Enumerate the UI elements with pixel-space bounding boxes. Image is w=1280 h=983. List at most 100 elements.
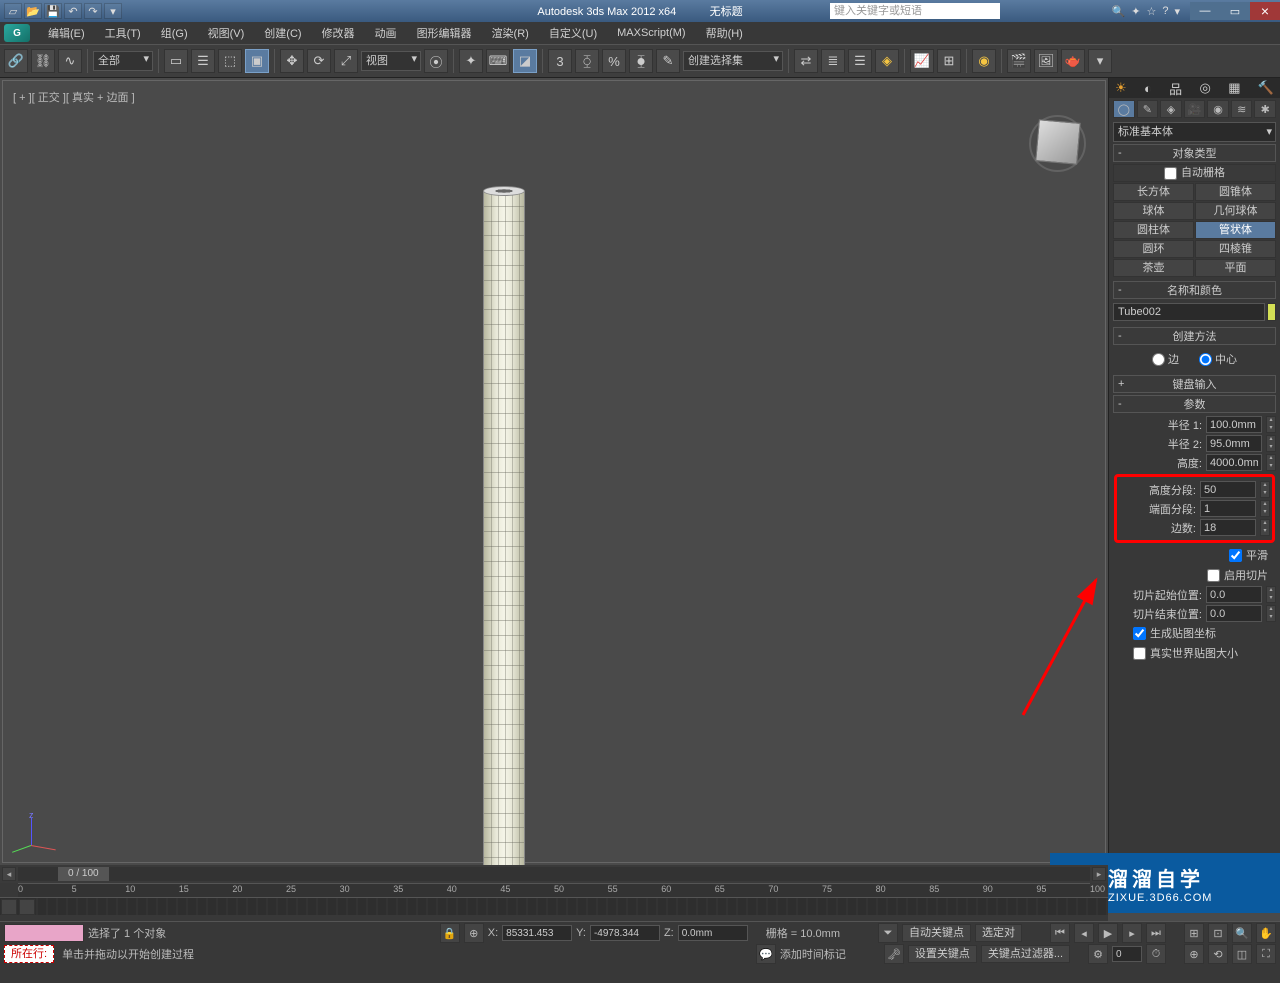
rotate-icon[interactable]: ⟳ [307,49,331,73]
viewport-nav-4[interactable]: ✋ [1256,923,1276,943]
tab-modify[interactable]: ✎ [1137,100,1159,118]
track-toggle-2[interactable] [19,899,35,915]
realworld-checkbox[interactable]: 真实世界贴图大小 [1113,643,1276,663]
rendered-frame-icon[interactable]: 🖼 [1034,49,1058,73]
snap-toggle-icon[interactable]: ◪ [513,49,537,73]
comm-icon[interactable]: ☆ [1146,5,1156,18]
window-close-button[interactable]: × [1250,2,1280,20]
viewport-nav-2[interactable]: ⊡ [1208,923,1228,943]
help-icon[interactable]: ? [1162,5,1168,18]
capsegs-input[interactable] [1200,500,1256,517]
slice-checkbox[interactable]: 启用切片 [1113,565,1276,585]
lock-icon[interactable]: 🔒 [440,923,460,943]
menu-edit[interactable]: 编辑(E) [38,25,95,41]
menu-create[interactable]: 创建(C) [254,25,311,41]
selection-filter-dropdown[interactable]: 全部 [93,51,153,71]
named-sel-dropdown[interactable]: 创建选择集 [683,51,783,71]
edit-named-icon[interactable]: ✎ [656,49,680,73]
height-input[interactable] [1206,454,1262,471]
btn-geosphere[interactable]: 几何球体 [1195,202,1276,220]
ref-coord-dropdown[interactable]: 视图 [361,51,421,71]
height-spinner[interactable]: ▴▾ [1266,454,1276,471]
genuv-checkbox[interactable]: 生成贴图坐标 [1113,623,1276,643]
key-icon[interactable]: ✦ [1131,5,1140,18]
manipulate-icon[interactable]: ✦ [459,49,483,73]
viewport[interactable]: [ + ][ 正交 ][ 真实 + 边面 ] x y z [2,80,1106,863]
render-setup-icon[interactable]: 🎬 [1007,49,1031,73]
time-tag-label[interactable]: 添加时间标记 [780,946,846,962]
viewport-nav-7[interactable]: ◫ [1232,944,1252,964]
goto-end-icon[interactable]: ⏭ [1146,923,1166,943]
script-listener[interactable] [4,924,84,942]
qat-more-icon[interactable]: ▾ [104,3,122,19]
menu-maxscript[interactable]: MAXScript(M) [607,27,695,39]
comm-center-icon[interactable]: 💬 [756,944,776,964]
layers-icon[interactable]: ☰ [848,49,872,73]
x-input[interactable] [502,925,572,941]
tab-motion[interactable]: 🎥 [1184,100,1206,118]
btn-torus[interactable]: 圆环 [1113,240,1194,258]
next-frame-icon[interactable]: ▸ [1122,923,1142,943]
select-region-icon[interactable]: ⬚ [218,49,242,73]
qat-redo-icon[interactable]: ↷ [84,3,102,19]
category-dropdown[interactable]: 标准基本体 [1113,122,1276,142]
time-slider[interactable]: 0 / 100 [18,867,1090,881]
bind-icon[interactable]: ∿ [58,49,82,73]
dropdown-icon[interactable]: ▾ [1174,5,1180,18]
time-config-icon[interactable]: ⚙ [1088,944,1108,964]
tab-utilities[interactable]: ≋ [1231,100,1253,118]
rollout-name-color[interactable]: -名称和颜色 [1113,281,1276,299]
menu-tools[interactable]: 工具(T) [95,25,151,41]
radius2-input[interactable] [1206,435,1262,452]
time-tag-icon[interactable]: ⏷ [878,923,898,943]
sides-spinner[interactable]: ▴▾ [1260,519,1270,536]
smooth-checkbox[interactable]: 平滑 [1113,545,1276,565]
menu-rendering[interactable]: 渲染(R) [482,25,539,41]
radio-center[interactable]: 中心 [1199,351,1237,367]
viewport-nav-5[interactable]: ⊕ [1184,944,1204,964]
panel-icon-1[interactable]: ◐ [1144,81,1152,96]
menu-graph[interactable]: 图形编辑器 [407,25,482,41]
window-minimize-button[interactable]: — [1190,2,1220,20]
qat-new-icon[interactable]: ▱ [4,3,22,19]
menu-modifiers[interactable]: 修改器 [312,25,365,41]
layer-manager-icon[interactable]: ◈ [875,49,899,73]
sun-icon[interactable]: ☀ [1115,80,1127,96]
snap-3d-icon[interactable]: 3 [548,49,572,73]
radius2-spinner[interactable]: ▴▾ [1266,435,1276,452]
panel-icon-4[interactable]: ▦ [1228,80,1240,96]
object-name-input[interactable] [1113,303,1265,321]
z-input[interactable] [678,925,748,941]
select-name-icon[interactable]: ☰ [191,49,215,73]
slicefrom-input[interactable] [1206,586,1262,603]
menu-help[interactable]: 帮助(H) [696,25,753,41]
play-icon[interactable]: ▶ [1098,923,1118,943]
select-icon[interactable]: ▭ [164,49,188,73]
qat-open-icon[interactable]: 📂 [24,3,42,19]
pivot-icon[interactable]: ⦿ [424,49,448,73]
rollout-creation-method[interactable]: -创建方法 [1113,327,1276,345]
keyfilter-button[interactable]: 关键点过滤器... [981,945,1070,963]
viewcube[interactable] [1025,111,1090,176]
radius1-input[interactable] [1206,416,1262,433]
panel-icon-2[interactable]: 品 [1169,79,1182,98]
prev-frame-icon[interactable]: ◂ [1074,923,1094,943]
btn-plane[interactable]: 平面 [1195,259,1276,277]
setkey-button[interactable]: 设置关键点 [908,945,977,963]
rollout-parameters[interactable]: -参数 [1113,395,1276,413]
hammer-icon[interactable]: 🔨 [1258,80,1274,96]
tab-hierarchy[interactable]: ◈ [1160,100,1182,118]
abs-rel-icon[interactable]: ⊕ [464,923,484,943]
sliceto-input[interactable] [1206,605,1262,622]
radius1-spinner[interactable]: ▴▾ [1266,416,1276,433]
tab-extra[interactable]: ✱ [1254,100,1276,118]
autokey-button[interactable]: 自动关键点 [902,924,971,942]
key-icon-2[interactable]: 🗝 [884,944,904,964]
viewport-nav-3[interactable]: 🔍 [1232,923,1252,943]
keyboard-icon[interactable]: ⌨ [486,49,510,73]
menu-views[interactable]: 视图(V) [198,25,255,41]
time-prev-button[interactable]: ◂ [2,867,16,881]
track-bar[interactable] [36,898,1108,915]
tab-create[interactable]: ◯ [1113,100,1135,118]
current-frame-input[interactable] [1112,946,1142,962]
